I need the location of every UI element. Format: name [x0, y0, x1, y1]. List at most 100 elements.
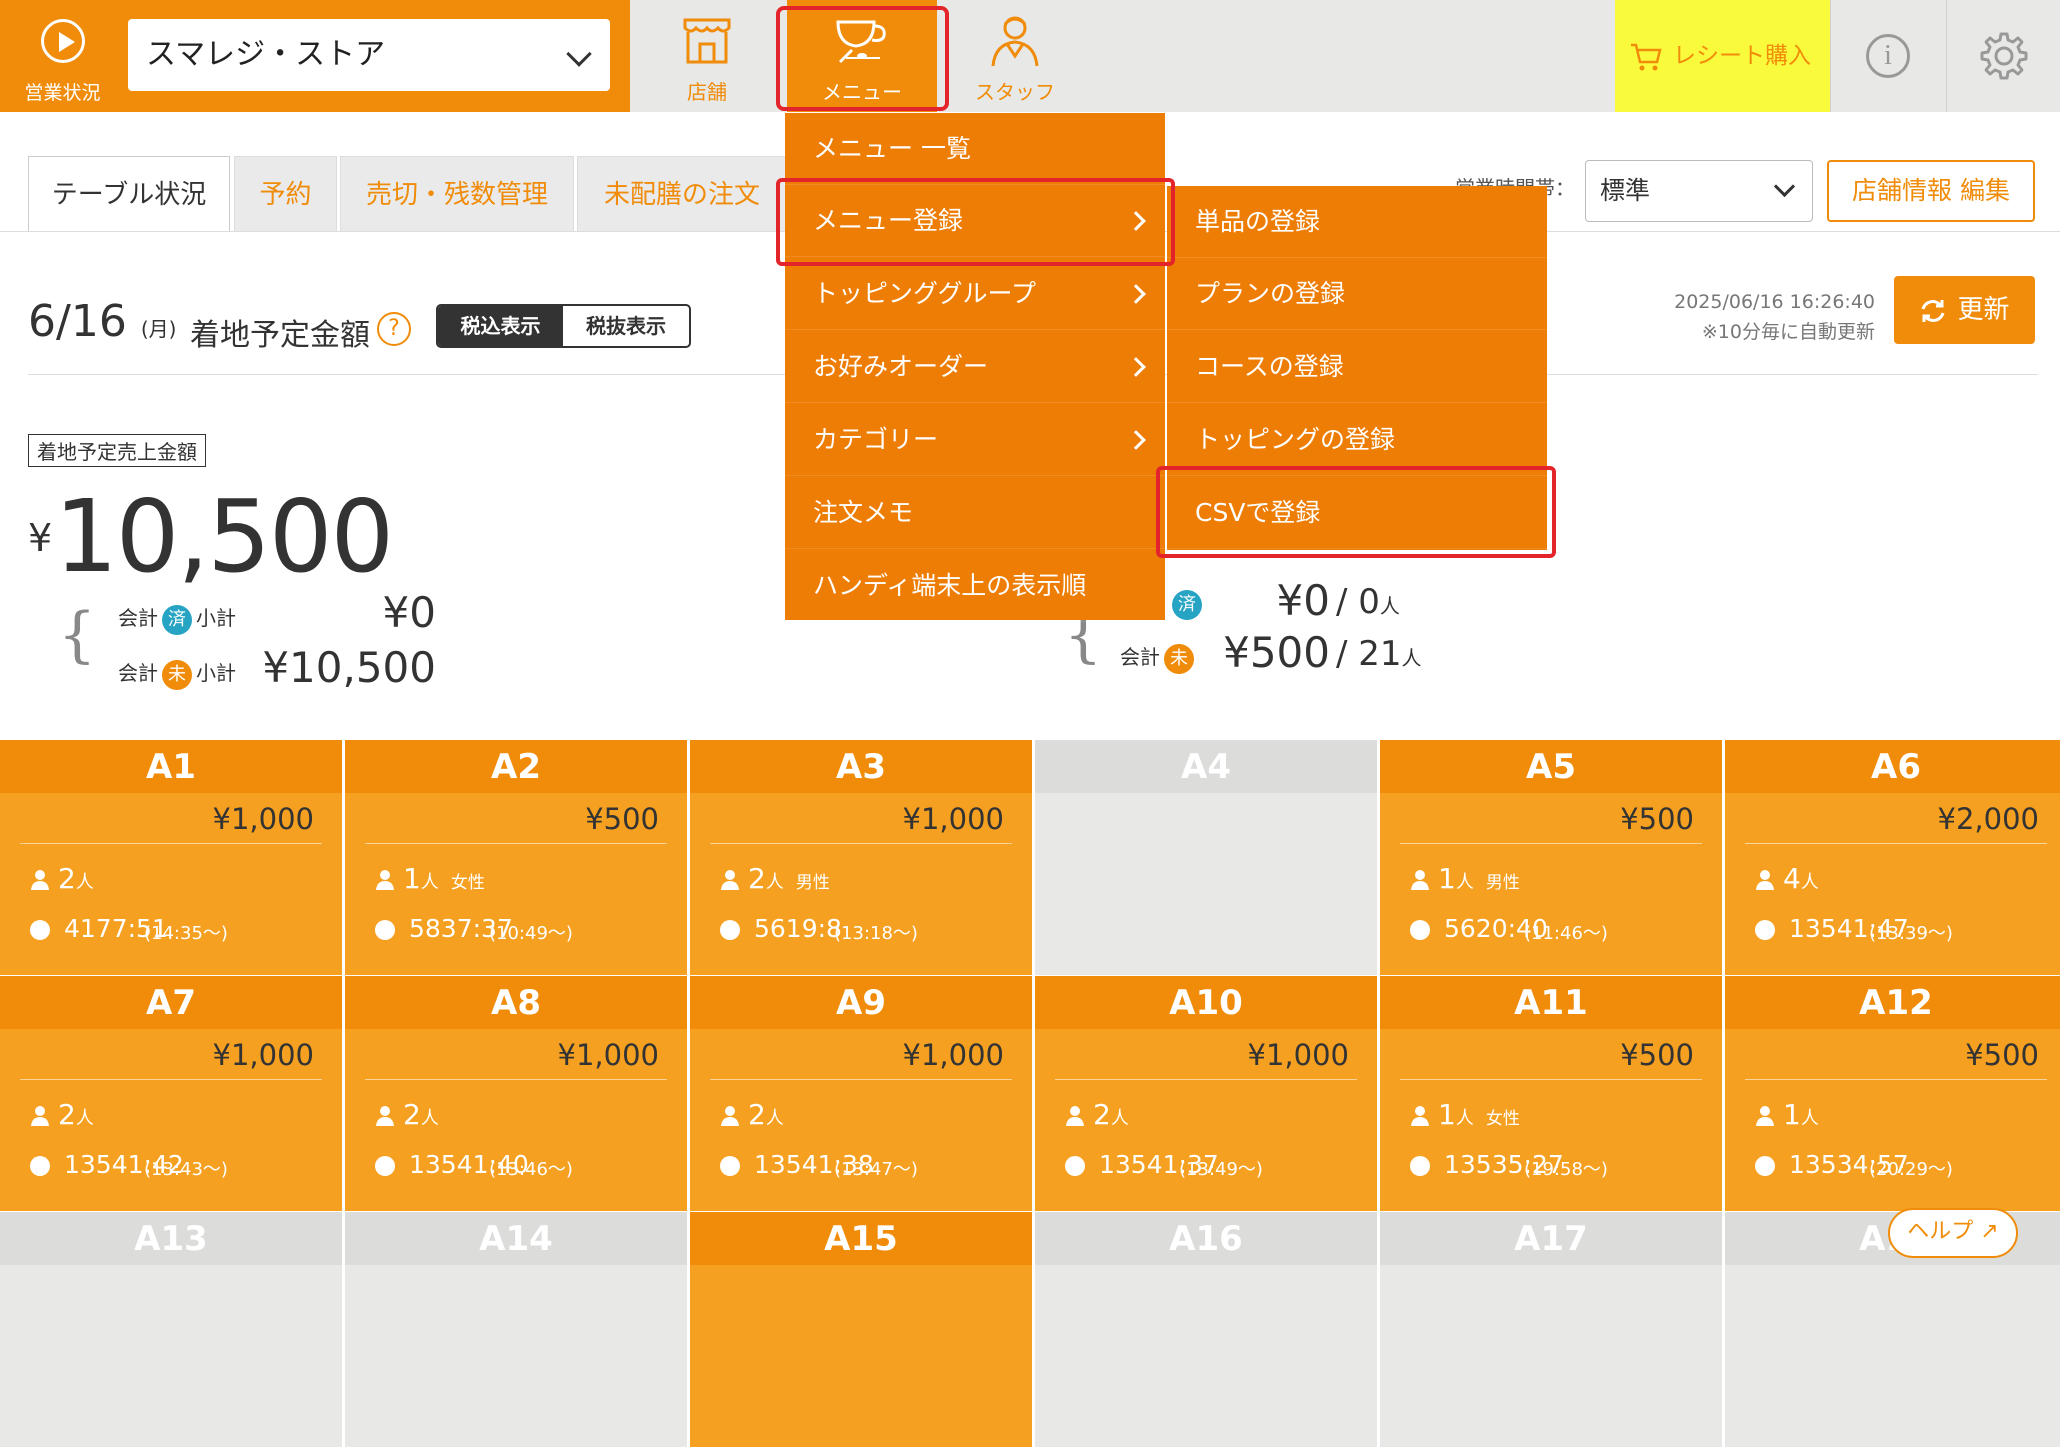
store-info-edit-button[interactable]: 店舗情報 編集 [1827, 160, 2035, 222]
guest-gender: 男性 [795, 873, 830, 893]
people-unit: 人 [765, 872, 784, 893]
submenu-plan[interactable]: プランの登録 [1167, 258, 1547, 330]
nav-staff[interactable]: スタッフ [940, 0, 1090, 112]
people-unit: 人 [420, 872, 439, 893]
table-cell-a12[interactable]: A12 ¥500 1人 13534:57 (20:29〜) [1725, 976, 2060, 1211]
receipt-purchase-label: レシート購入 [1673, 43, 1811, 69]
table-cell-a7[interactable]: A7 ¥1,000 2人 13541:42 (13:43〜) [0, 976, 342, 1211]
right-unpaid-label: 会計 [1120, 645, 1160, 669]
table-name: A3 [690, 740, 1032, 793]
person-icon [721, 1106, 739, 1126]
table-elapsed: 13535:27 (19:58〜) [1410, 1150, 1608, 1180]
refresh-icon [1922, 299, 1945, 322]
people-unit: 人 [765, 1108, 784, 1129]
start-time: (13:43〜) [144, 1159, 228, 1180]
tax-included-button[interactable]: 税込表示 [438, 306, 563, 346]
menu-item-handy-order[interactable]: ハンディ端末上の表示順 [785, 550, 1165, 622]
table-cell-a16[interactable]: A16 [1035, 1212, 1377, 1447]
tab-reservations[interactable]: 予約 [234, 156, 337, 232]
person-icon [721, 870, 739, 890]
table-cell-a9[interactable]: A9 ¥1,000 2人 13541:38 (13:47〜) [690, 976, 1032, 1211]
table-price: ¥500 [585, 802, 659, 836]
submenu-single-item[interactable]: 単品の登録 [1167, 186, 1547, 258]
business-hours-select[interactable]: 標準 [1585, 160, 1813, 222]
tab-table-status[interactable]: テーブル状況 [28, 156, 230, 232]
table-name: A5 [1380, 740, 1722, 793]
table-name: A9 [690, 976, 1032, 1029]
menu-register-highlight [776, 178, 1175, 266]
store-select[interactable]: スマレジ・ストア [128, 19, 610, 91]
menu-item-category[interactable]: カテゴリー [785, 404, 1165, 476]
table-price: ¥1,000 [1247, 1038, 1349, 1072]
table-cell-a1[interactable]: A1 ¥1,000 2人 4177:51 (14:35〜) [0, 740, 342, 975]
people-unit: 人 [420, 1108, 439, 1129]
landing-amount-label: 着地予定金額 [190, 318, 370, 353]
people-unit: 人 [75, 872, 94, 893]
stopwatch-icon [720, 920, 740, 940]
update-timestamp: 2025/06/16 16:26:40 ※10分毎に自動更新 [1600, 287, 1875, 347]
info-button[interactable]: i [1830, 0, 1945, 112]
table-divider [1745, 843, 2047, 844]
tax-excluded-button[interactable]: 税抜表示 [563, 306, 689, 346]
table-elapsed: 13541:40 (13:46〜) [375, 1150, 573, 1180]
receipt-purchase-button[interactable]: レシート購入 [1615, 0, 1830, 112]
settings-button[interactable] [1946, 0, 2060, 112]
people-count: 0 [1358, 582, 1380, 622]
table-cell-a11[interactable]: A11 ¥500 1人 女性 13535:27 (19:58〜) [1380, 976, 1722, 1211]
weekday: (月) [140, 317, 177, 341]
right-unpaid-people: / 21人 [1336, 634, 1422, 674]
table-price: ¥1,000 [212, 1038, 314, 1072]
people-unit: 人 [1379, 594, 1400, 618]
menu-item-custom-order[interactable]: お好みオーダー [785, 331, 1165, 403]
table-price: ¥500 [1620, 1038, 1694, 1072]
table-cell-a15[interactable]: A15 [690, 1212, 1032, 1447]
table-guests: 1人 男性 [1410, 862, 1520, 895]
nav-store[interactable]: 店舗 [632, 0, 782, 112]
unpaid-subtotal: ¥10,500 [262, 643, 436, 692]
table-cell-a13[interactable]: A13 [0, 1212, 342, 1447]
help-label: ヘルプ [1907, 1219, 1974, 1244]
business-status-button[interactable]: 営業状況 [0, 0, 125, 112]
unpaid-badge: 未 [162, 659, 192, 690]
tab-unserved-orders[interactable]: 未配膳の注文 [577, 156, 787, 232]
table-cell-a3[interactable]: A3 ¥1,000 2人 男性 5619:8 (13:18〜) [690, 740, 1032, 975]
right-unpaid-amount: ¥500 [1223, 628, 1330, 677]
table-divider [1400, 843, 1702, 844]
start-time: (11:46〜) [1524, 923, 1608, 944]
help-question-icon[interactable]: ? [377, 312, 411, 346]
stopwatch-icon [720, 1156, 740, 1176]
menu-item-list[interactable]: メニュー 一覧 [785, 113, 1165, 185]
start-time: (13:49〜) [1179, 1159, 1263, 1180]
guest-gender: 男性 [1485, 873, 1520, 893]
table-name: A1 [0, 740, 342, 793]
yen-symbol: ¥ [28, 516, 52, 560]
table-elapsed: 13541:37 (13:49〜) [1065, 1150, 1263, 1180]
menu-item-topping-group[interactable]: トッピンググループ [785, 258, 1165, 330]
help-button[interactable]: ヘルプ ↗ [1888, 1208, 2018, 1258]
table-elapsed: 13534:57 (20:29〜) [1755, 1150, 1953, 1180]
table-cell-a10[interactable]: A10 ¥1,000 2人 13541:37 (13:49〜) [1035, 976, 1377, 1211]
tab-sold-out[interactable]: 売切・残数管理 [340, 156, 574, 232]
refresh-button[interactable]: 更新 [1894, 276, 2035, 344]
table-cell-a5[interactable]: A5 ¥500 1人 男性 5620:40 (11:46〜) [1380, 740, 1722, 975]
table-name: A6 [1725, 740, 2060, 793]
paid-row: 会計済小計 [118, 598, 236, 638]
table-cell-a17[interactable]: A17 [1380, 1212, 1722, 1447]
tax-display-toggle: 税込表示 税抜表示 [436, 304, 691, 348]
table-elapsed: 5619:8 (13:18〜) [720, 914, 918, 944]
table-cell-a4[interactable]: A4 [1035, 740, 1377, 975]
table-name: A13 [0, 1212, 342, 1265]
guest-count: 2 [403, 1098, 421, 1131]
submenu-course[interactable]: コースの登録 [1167, 331, 1547, 403]
table-cell-a2[interactable]: A2 ¥500 1人 女性 5837:37 (10:49〜) [345, 740, 687, 975]
people-unit: 人 [1800, 872, 1819, 893]
table-cell-a8[interactable]: A8 ¥1,000 2人 13541:40 (13:46〜) [345, 976, 687, 1211]
menu-item-order-memo[interactable]: 注文メモ [785, 477, 1165, 549]
person-icon [376, 1106, 394, 1126]
table-elapsed: 13541:47 (13:39〜) [1755, 914, 1953, 944]
table-cell-a6[interactable]: A6 ¥2,000 4人 13541:47 (13:39〜) [1725, 740, 2060, 975]
person-icon [376, 870, 394, 890]
table-price: ¥500 [1965, 1038, 2039, 1072]
table-cell-a14[interactable]: A14 [345, 1212, 687, 1447]
people-unit: 人 [1800, 1108, 1819, 1129]
